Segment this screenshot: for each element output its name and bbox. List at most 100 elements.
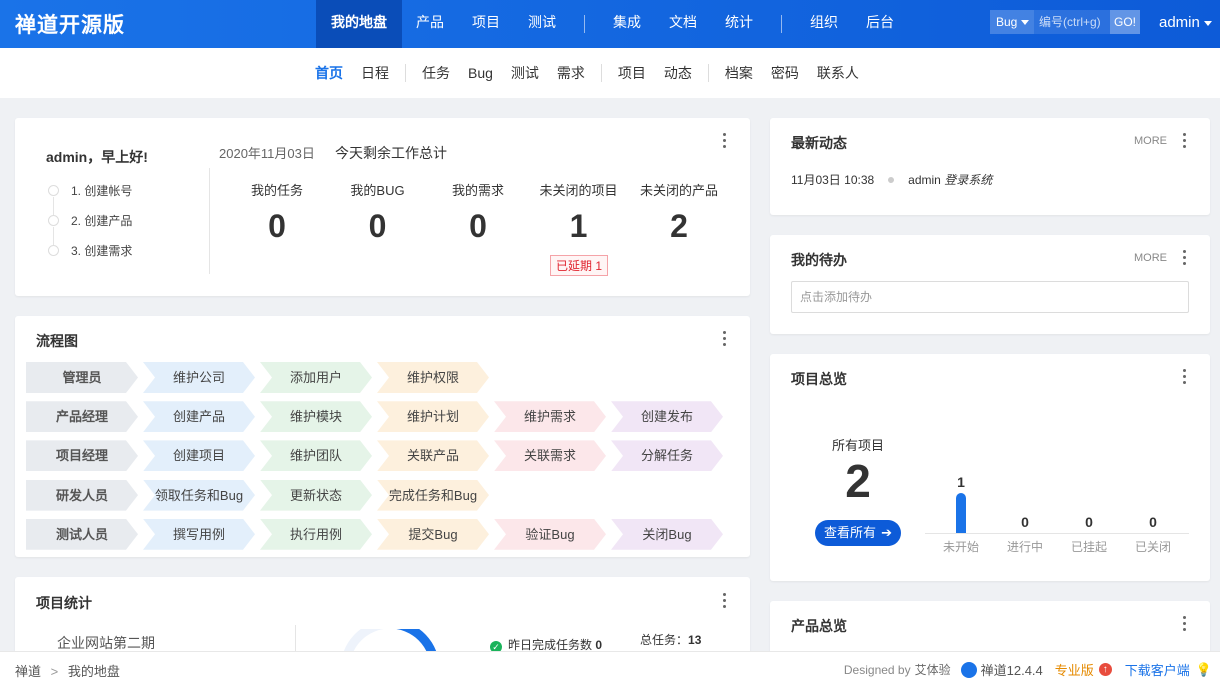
flow-step[interactable]: 关联需求 <box>494 440 606 471</box>
lightbulb-icon[interactable]: 💡 <box>1196 662 1212 678</box>
more-options-icon[interactable] <box>723 133 727 149</box>
nav-item[interactable]: 组织 <box>796 0 852 48</box>
version-label[interactable]: 禅道12.4.4 <box>981 660 1043 679</box>
activity-item[interactable]: 11月03日 10:38 admin 登录系统 <box>791 171 992 188</box>
flow-step[interactable]: 创建发布 <box>611 401 723 432</box>
nav-separator <box>781 15 782 33</box>
flow-step[interactable]: 执行用例 <box>260 519 372 550</box>
flow-step[interactable]: 维护计划 <box>377 401 489 432</box>
nav-item[interactable]: 文档 <box>655 0 711 48</box>
onboarding-step[interactable]: 3. 创建需求 <box>48 243 132 273</box>
stat-label: 我的需求 <box>451 183 504 198</box>
subnav-item[interactable]: 日程 <box>352 63 398 83</box>
flow-step[interactable]: 添加用户 <box>260 362 372 393</box>
breadcrumb-home[interactable]: 禅道 <box>15 664 41 679</box>
nav-item[interactable]: 测试 <box>514 0 570 48</box>
todo-panel: 我的待办 MORE 点击添加待办 <box>770 235 1210 334</box>
flow-step[interactable]: 关闭Bug <box>611 519 723 550</box>
subnav-item[interactable]: Bug <box>459 65 502 81</box>
nav-item[interactable]: 我的地盘 <box>316 0 402 48</box>
nav-item[interactable]: 后台 <box>852 0 908 48</box>
flow-step[interactable]: 关联产品 <box>377 440 489 471</box>
flow-step[interactable]: 维护模块 <box>260 401 372 432</box>
more-options-icon[interactable] <box>1183 133 1187 149</box>
bar-value: 0 <box>1149 514 1157 530</box>
flow-step[interactable]: 维护权限 <box>377 362 489 393</box>
download-client-link[interactable]: 下载客户端 <box>1125 660 1190 679</box>
project-name[interactable]: 企业网站第二期 <box>57 633 155 653</box>
stat-label: 我的任务 <box>250 183 303 198</box>
search-bar: Bug 编号(ctrl+g) GO! <box>990 10 1140 34</box>
flow-step[interactable]: 分解任务 <box>611 440 723 471</box>
more-options-icon[interactable] <box>1183 369 1187 385</box>
delay-badge[interactable]: 已延期 1 <box>550 255 609 276</box>
search-type-dropdown[interactable]: Bug <box>990 10 1034 34</box>
project-overview-panel: 项目总览 所有项目 2 查看所有 ➔ 1 未开始 0 进行中 0 已挂起 0 已关闭 <box>770 354 1210 581</box>
flow-step[interactable]: 维护团队 <box>260 440 372 471</box>
stat-item[interactable]: 未关闭的产品 2 <box>629 180 729 245</box>
stat-item[interactable]: 我的BUG 0 <box>328 180 428 245</box>
dynamics-panel: 最新动态 MORE 11月03日 10:38 admin 登录系统 <box>770 118 1210 215</box>
upgrade-icon[interactable]: ↑ <box>1098 663 1112 676</box>
user-menu[interactable]: admin <box>1159 14 1212 31</box>
bar-label: 已挂起 <box>1070 540 1107 554</box>
stat-label: 我的BUG <box>350 183 405 198</box>
bar-label: 进行中 <box>1006 540 1043 554</box>
bar-label: 未开始 <box>942 540 979 554</box>
search-input[interactable]: 编号(ctrl+g) <box>1034 10 1110 34</box>
flow-step[interactable]: 验证Bug <box>494 519 606 550</box>
total-tasks: 总任务：13 <box>640 633 702 647</box>
subnav-item[interactable]: 首页 <box>306 63 352 83</box>
subnav-item[interactable]: 测试 <box>502 63 548 83</box>
designer-link[interactable]: 艾体验 <box>915 661 951 678</box>
flow-step[interactable]: 领取任务和Bug <box>143 480 255 511</box>
subnav-item[interactable]: 需求 <box>548 63 594 83</box>
flow-step[interactable]: 撰写用例 <box>143 519 255 550</box>
arrow-right-icon: ➔ <box>881 525 892 540</box>
subnav-item[interactable]: 密码 <box>762 63 808 83</box>
bar-value: 0 <box>1085 514 1093 530</box>
stat-item[interactable]: 我的任务 0 <box>227 180 327 245</box>
flow-step[interactable]: 维护公司 <box>143 362 255 393</box>
onboarding-step[interactable]: 1. 创建帐号 <box>48 183 132 215</box>
brand-logo[interactable]: 禅道开源版 <box>15 9 125 39</box>
flow-role: 项目经理 <box>26 440 138 471</box>
step-circle-icon <box>48 215 59 226</box>
flow-step[interactable]: 创建产品 <box>143 401 255 432</box>
zentao-logo-icon <box>960 661 977 678</box>
more-link[interactable]: MORE <box>1134 135 1167 147</box>
more-link[interactable]: MORE <box>1134 252 1167 264</box>
nav-item[interactable]: 产品 <box>402 0 458 48</box>
more-options-icon[interactable] <box>723 331 727 347</box>
flow-step[interactable]: 维护需求 <box>494 401 606 432</box>
subnav-item[interactable]: 档案 <box>716 63 762 83</box>
add-todo-input[interactable]: 点击添加待办 <box>791 281 1189 313</box>
subnav-separator <box>600 64 602 82</box>
subnav-item[interactable]: 联系人 <box>808 63 868 83</box>
bar[interactable] <box>956 493 966 533</box>
flow-step[interactable]: 更新状态 <box>260 480 372 511</box>
step-circle-icon <box>48 185 59 196</box>
stat-item[interactable]: 未关闭的项目 1 <box>529 180 629 245</box>
nav-item[interactable]: 统计 <box>711 0 767 48</box>
stat-value: 0 <box>268 208 286 244</box>
pro-link[interactable]: 专业版 <box>1055 660 1094 679</box>
nav-item[interactable]: 项目 <box>458 0 514 48</box>
subnav-item[interactable]: 项目 <box>609 63 655 83</box>
subnav-item[interactable]: 任务 <box>413 63 459 83</box>
panel-title: 项目总览 <box>791 371 847 387</box>
more-options-icon[interactable] <box>1183 250 1187 266</box>
search-go-button[interactable]: GO! <box>1110 10 1140 34</box>
flow-step[interactable]: 创建项目 <box>143 440 255 471</box>
subnav-item[interactable]: 动态 <box>655 63 701 83</box>
breadcrumb-current[interactable]: 我的地盘 <box>68 664 120 679</box>
nav-item[interactable]: 集成 <box>599 0 655 48</box>
view-all-button[interactable]: 查看所有 ➔ <box>815 520 901 546</box>
chevron-down-icon <box>1021 20 1030 26</box>
stat-item[interactable]: 我的需求 0 <box>428 180 528 245</box>
flow-step[interactable]: 完成任务和Bug <box>377 480 489 511</box>
more-options-icon[interactable] <box>723 593 727 609</box>
more-options-icon[interactable] <box>1183 616 1187 632</box>
flow-step[interactable]: 提交Bug <box>377 519 489 550</box>
onboarding-step[interactable]: 2. 创建产品 <box>48 213 132 245</box>
